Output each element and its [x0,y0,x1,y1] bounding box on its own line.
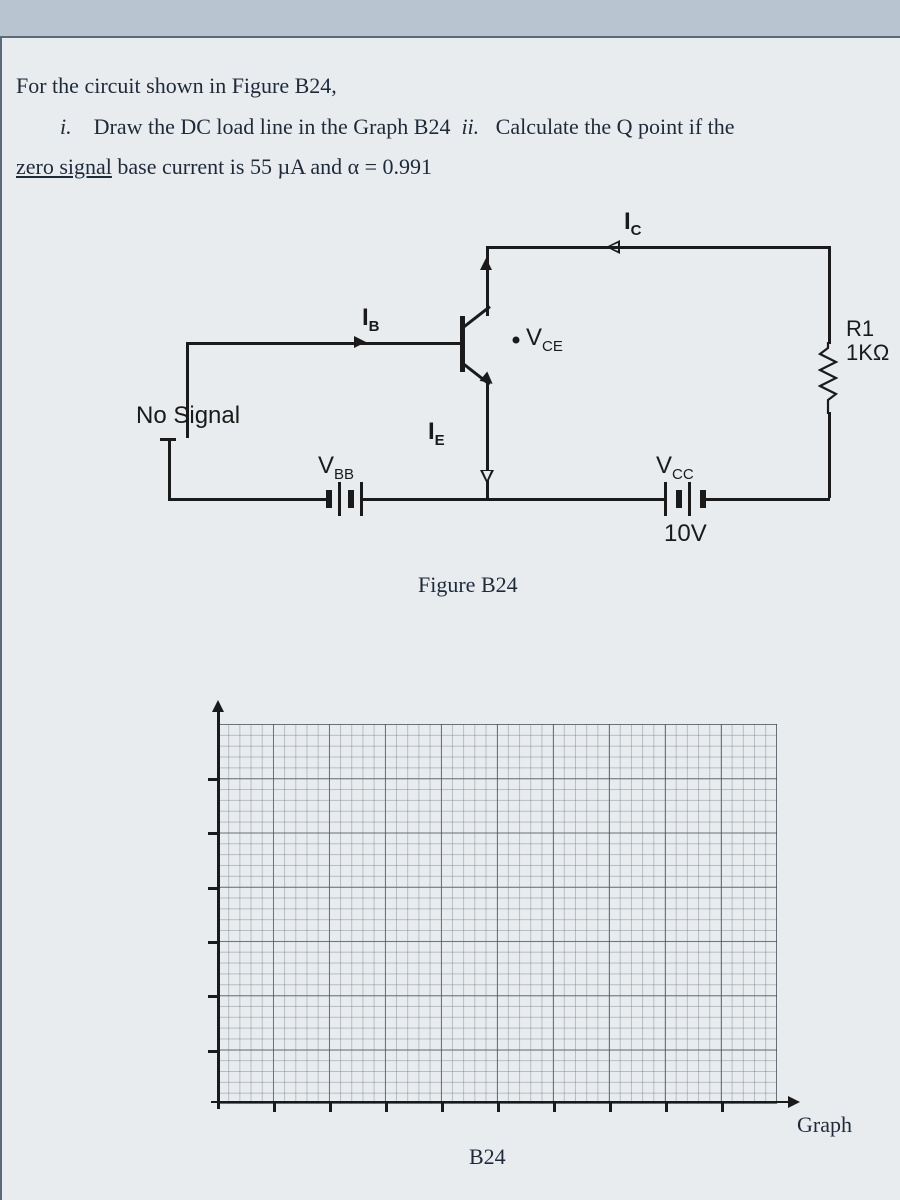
line2b: Calculate the Q point if the [496,114,735,139]
item-marker-ii: ii. [461,114,479,139]
graph-label-bottom: B24 [469,1144,506,1170]
y-axis [217,708,220,1109]
question-line2: i. Draw the DC load line in the Graph B2… [16,107,892,148]
graph-label-right: Graph [797,1112,852,1138]
label-vbb: VBB [318,452,354,483]
label-ib: IB [362,304,380,335]
y-axis-arrow-icon [212,700,224,712]
graph-area: Graph B24 [217,724,807,1134]
label-vce: VCE [526,324,563,355]
graph-grid [217,724,777,1104]
label-r1-value: 1KΩ [846,340,889,366]
ib-arrow-icon [354,336,366,348]
question-block: For the circuit shown in Figure B24, i. … [16,66,892,188]
line3b: base current is 55 µA and α = 0.991 [112,154,432,179]
collector-up-arrow-icon [480,258,492,270]
line2a: Draw the DC load line in the Graph B24 [94,114,451,139]
circuit-diagram: IC R1 1KΩ VCE IB [126,206,866,606]
label-vcc: VCC [656,452,694,483]
question-line1: For the circuit shown in Figure B24, [16,66,892,107]
zero-signal-text: zero signal [16,154,112,179]
x-axis-arrow-icon [788,1096,800,1108]
question-line3: zero signal base current is 55 µA and α … [16,147,892,188]
x-axis [211,1101,792,1104]
label-ic: IC [624,208,642,239]
ie-arrow-icon [480,470,494,484]
label-r1: R1 [846,316,874,342]
label-ie: IE [428,418,445,449]
label-vcc-value: 10V [664,520,707,548]
label-no-signal: No Signal [136,402,240,430]
vce-node [513,337,520,344]
page: For the circuit shown in Figure B24, i. … [0,36,900,1200]
figure-caption: Figure B24 [418,572,518,598]
item-marker-i: i. [60,114,72,139]
resistor-icon [818,342,840,414]
